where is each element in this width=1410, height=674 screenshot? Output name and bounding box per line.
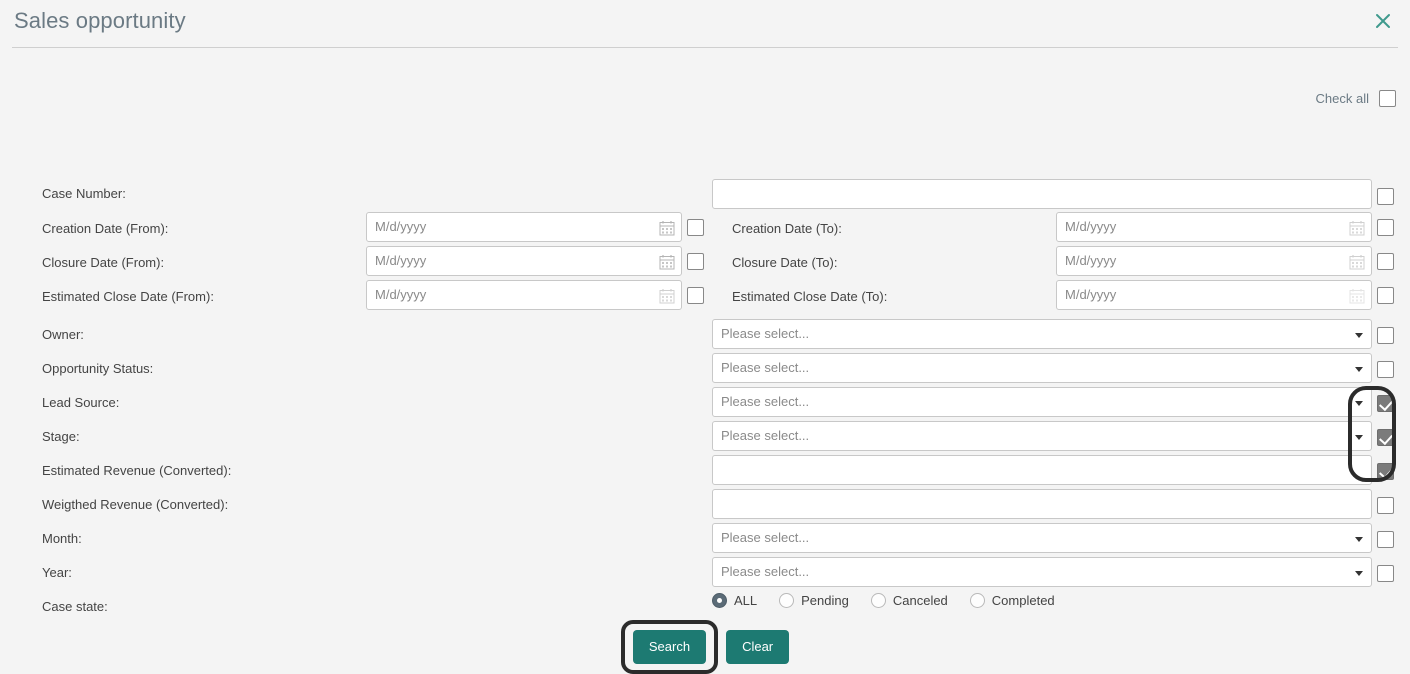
- row-closure-date: Closure Date (From): M/d/yyyy Closure Da…: [0, 246, 1410, 280]
- form-actions: Search Clear: [0, 620, 1410, 674]
- label-estimated-revenue: Estimated Revenue (Converted):: [42, 463, 232, 478]
- case-state-radio-group: ALL Pending Canceled Completed: [712, 593, 1077, 608]
- row-case-state: Case state:: [0, 590, 1410, 624]
- row-owner: Owner: Please select...: [0, 318, 1410, 352]
- creation-date-from-input[interactable]: M/d/yyyy: [366, 212, 682, 242]
- stage-select[interactable]: Please select...: [712, 421, 1372, 451]
- radio-option-all[interactable]: ALL: [712, 593, 757, 608]
- close-icon[interactable]: [1372, 10, 1398, 36]
- checkbox-lead-source[interactable]: [1377, 395, 1394, 412]
- chevron-down-icon: [1355, 401, 1363, 406]
- calendar-icon: [659, 221, 675, 236]
- calendar-icon: [1349, 221, 1365, 236]
- creation-date-to-input[interactable]: M/d/yyyy: [1056, 212, 1372, 242]
- calendar-icon: [659, 255, 675, 270]
- radio-option-canceled[interactable]: Canceled: [870, 593, 948, 608]
- radio-pending-indicator[interactable]: [779, 593, 795, 608]
- calendar-icon: [1349, 289, 1365, 304]
- search-button[interactable]: Search: [632, 630, 707, 664]
- chevron-down-icon: [1355, 435, 1363, 440]
- label-owner: Owner:: [42, 327, 84, 342]
- chevron-down-icon: [1355, 537, 1363, 542]
- label-creation-date-to: Creation Date (To):: [732, 221, 842, 236]
- page-title: Sales opportunity: [14, 8, 186, 33]
- row-weigthed-revenue: Weigthed Revenue (Converted):: [0, 488, 1410, 522]
- row-year: Year: Please select...: [0, 556, 1410, 590]
- search-button-focus-highlight: Search: [620, 620, 719, 674]
- check-all-label: Check all: [1315, 91, 1369, 106]
- label-closure-date-to: Closure Date (To):: [732, 255, 838, 270]
- radio-canceled-indicator[interactable]: [870, 593, 886, 608]
- estimated-revenue-input[interactable]: [712, 455, 1372, 485]
- checkbox-estimated-close-date-from[interactable]: [687, 287, 704, 304]
- radio-all-label: ALL: [734, 593, 758, 608]
- checkbox-closure-date-from[interactable]: [687, 253, 704, 270]
- label-year: Year:: [42, 565, 72, 580]
- label-case-number: Case Number:: [42, 186, 126, 201]
- estimated-close-date-to-input[interactable]: M/d/yyyy: [1056, 280, 1372, 310]
- radio-option-completed[interactable]: Completed: [969, 593, 1055, 608]
- case-number-input[interactable]: [712, 179, 1372, 209]
- checkbox-estimated-close-date-to[interactable]: [1377, 287, 1394, 304]
- radio-option-pending[interactable]: Pending: [779, 593, 849, 608]
- lead-source-select[interactable]: Please select...: [712, 387, 1372, 417]
- closure-date-to-input[interactable]: M/d/yyyy: [1056, 246, 1372, 276]
- month-select[interactable]: Please select...: [712, 523, 1372, 553]
- label-stage: Stage:: [42, 429, 80, 444]
- label-estimated-close-date-to: Estimated Close Date (To):: [732, 289, 888, 304]
- label-case-state: Case state:: [42, 599, 108, 614]
- chevron-down-icon: [1355, 571, 1363, 576]
- label-estimated-close-date-from: Estimated Close Date (From):: [42, 289, 214, 304]
- row-creation-date: Creation Date (From): M/d/yyyy Creation …: [0, 212, 1410, 246]
- checkbox-owner[interactable]: [1377, 327, 1394, 344]
- checkbox-estimated-revenue[interactable]: [1377, 463, 1394, 480]
- chevron-down-icon: [1355, 367, 1363, 372]
- checkbox-year[interactable]: [1377, 565, 1394, 582]
- label-lead-source: Lead Source:: [42, 395, 120, 410]
- radio-pending-label: Pending: [801, 593, 849, 608]
- row-case-number: Case Number:: [0, 177, 1410, 211]
- row-estimated-revenue: Estimated Revenue (Converted):: [0, 454, 1410, 488]
- weigthed-revenue-input[interactable]: [712, 489, 1372, 519]
- row-opportunity-status: Opportunity Status: Please select...: [0, 352, 1410, 386]
- radio-completed-label: Completed: [991, 593, 1055, 608]
- radio-all-indicator[interactable]: [712, 593, 727, 608]
- checkbox-weigthed-revenue[interactable]: [1377, 497, 1394, 514]
- estimated-close-date-from-input[interactable]: M/d/yyyy: [366, 280, 682, 310]
- owner-select[interactable]: Please select...: [712, 319, 1372, 349]
- checkbox-closure-date-to[interactable]: [1377, 253, 1394, 270]
- check-all-row[interactable]: Check all: [1316, 90, 1396, 107]
- check-all-checkbox[interactable]: [1379, 90, 1396, 107]
- closure-date-from-input[interactable]: M/d/yyyy: [366, 246, 682, 276]
- row-month: Month: Please select...: [0, 522, 1410, 556]
- checkbox-creation-date-from[interactable]: [687, 219, 704, 236]
- checkbox-creation-date-to[interactable]: [1377, 219, 1394, 236]
- label-creation-date-from: Creation Date (From):: [42, 221, 169, 236]
- checkbox-month[interactable]: [1377, 531, 1394, 548]
- row-lead-source: Lead Source: Please select...: [0, 386, 1410, 420]
- checkbox-case-number[interactable]: [1377, 188, 1394, 205]
- label-closure-date-from: Closure Date (From):: [42, 255, 165, 270]
- calendar-icon: [659, 289, 675, 304]
- radio-canceled-label: Canceled: [892, 593, 948, 608]
- label-opportunity-status: Opportunity Status:: [42, 361, 154, 376]
- calendar-icon: [1349, 255, 1365, 270]
- label-month: Month:: [42, 531, 82, 546]
- row-estimated-close-date: Estimated Close Date (From): M/d/yyyy Es…: [0, 280, 1410, 314]
- radio-completed-indicator[interactable]: [969, 593, 985, 608]
- year-select[interactable]: Please select...: [712, 557, 1372, 587]
- checkbox-opportunity-status[interactable]: [1377, 361, 1394, 378]
- label-weigthed-revenue: Weigthed Revenue (Converted):: [42, 497, 229, 512]
- dialog-header: Sales opportunity: [12, 0, 1398, 48]
- opportunity-status-select[interactable]: Please select...: [712, 353, 1372, 383]
- clear-button[interactable]: Clear: [726, 630, 790, 664]
- chevron-down-icon: [1355, 333, 1363, 338]
- row-stage: Stage: Please select...: [0, 420, 1410, 454]
- checkbox-stage[interactable]: [1377, 429, 1394, 446]
